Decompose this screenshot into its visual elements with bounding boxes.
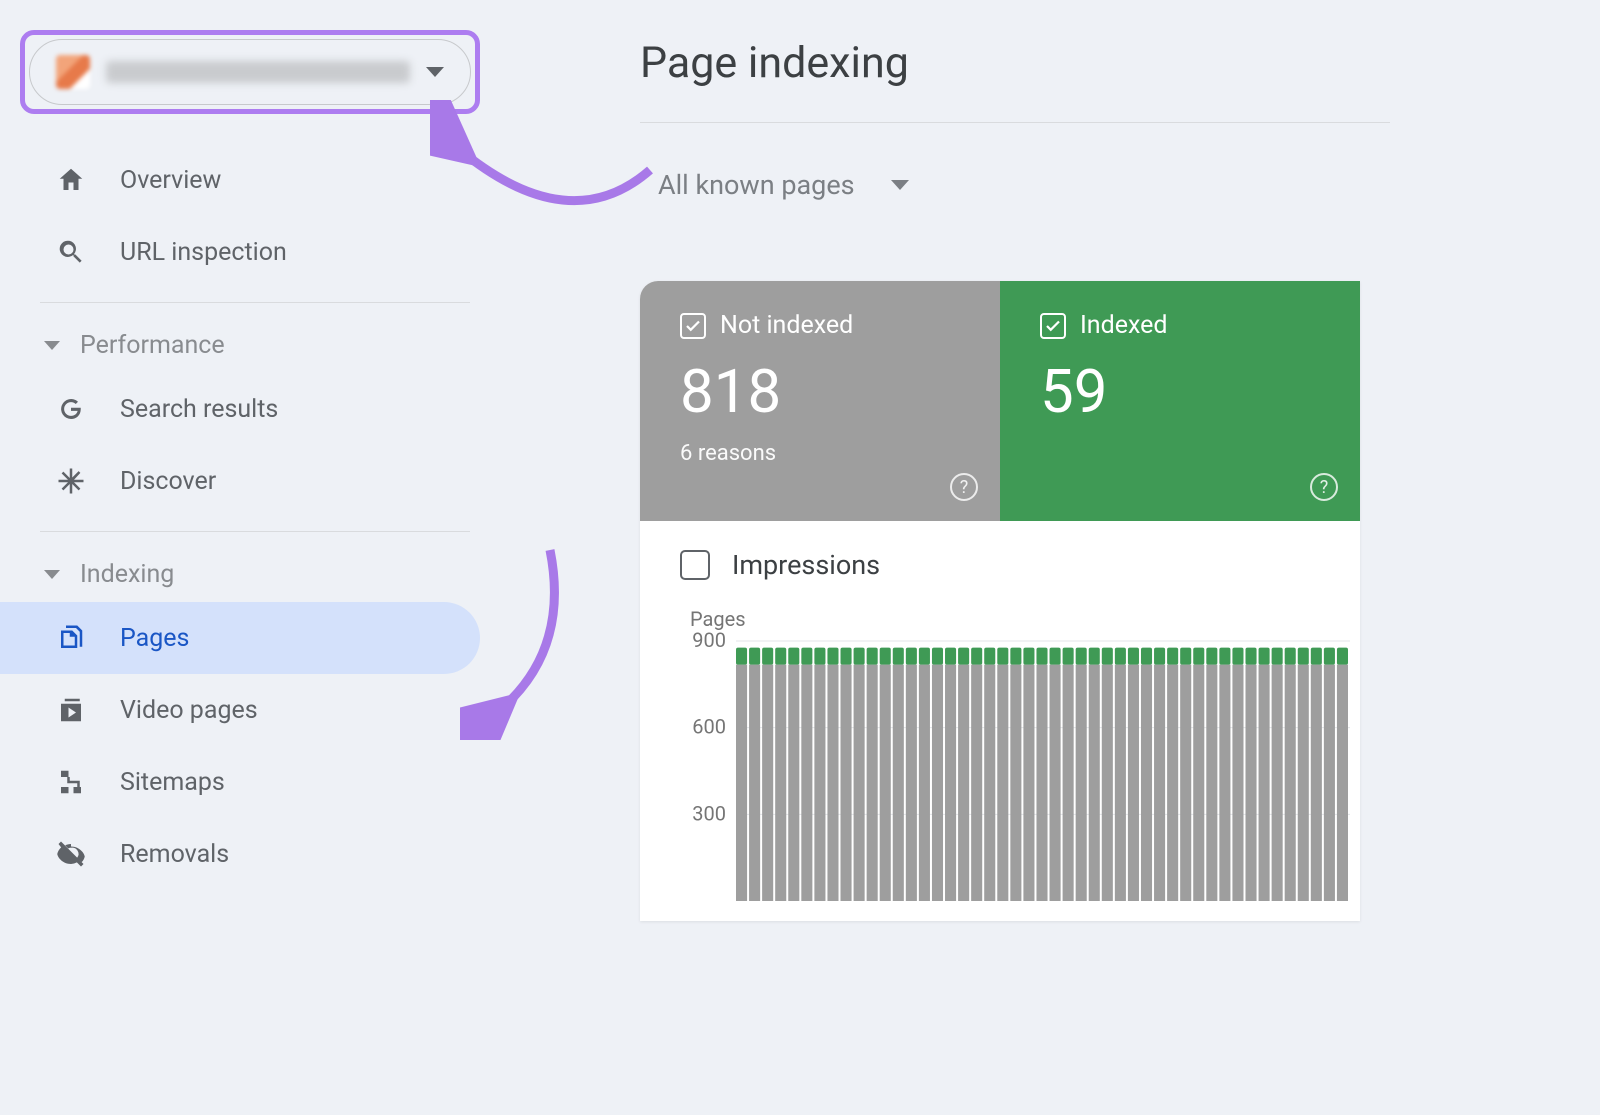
google-g-icon (54, 392, 88, 426)
video-pages-icon (54, 693, 88, 727)
property-name-blurred (106, 61, 410, 83)
sidebar-item-overview[interactable]: Overview (20, 144, 490, 216)
checkbox-checked-icon[interactable] (1040, 313, 1066, 339)
sidebar-item-label: Sitemaps (120, 768, 225, 797)
checkbox-checked-icon[interactable] (680, 313, 706, 339)
property-selector[interactable] (29, 39, 471, 105)
sidebar-item-label: Removals (120, 840, 229, 869)
checkbox-unchecked-icon[interactable] (680, 550, 710, 580)
divider (40, 302, 470, 303)
chart-svg: 300 600 900 (676, 631, 1356, 921)
metric-value: 59 (1040, 356, 1332, 427)
sidebar-item-label: Pages (120, 624, 189, 653)
sidebar-item-sitemaps[interactable]: Sitemaps (20, 746, 490, 818)
sidebar-item-video-pages[interactable]: Video pages (20, 674, 490, 746)
chevron-down-icon (891, 180, 909, 190)
section-title: Performance (80, 331, 225, 360)
search-icon (54, 235, 88, 269)
sidebar-item-label: Discover (120, 467, 216, 496)
metric-label: Not indexed (720, 311, 853, 340)
svg-text:300: 300 (692, 801, 726, 825)
home-icon (54, 163, 88, 197)
sidebar-item-url-inspection[interactable]: URL inspection (20, 216, 490, 288)
sidebar-item-label: Search results (120, 395, 278, 424)
pages-chart: Pages 300 600 900 (640, 591, 1360, 921)
metric-label: Indexed (1080, 311, 1167, 340)
property-favicon (56, 55, 90, 89)
chevron-down-icon (44, 570, 60, 579)
metric-value: 818 (680, 356, 972, 427)
chevron-down-icon (44, 341, 60, 350)
page-title: Page indexing (640, 0, 1600, 122)
chart-y-label: Pages (690, 607, 1360, 631)
sidebar-item-label: Video pages (120, 696, 258, 725)
svg-text:900: 900 (692, 631, 726, 652)
property-selector-highlight (20, 30, 480, 114)
metric-sub: 6 reasons (680, 441, 972, 466)
metric-indexed[interactable]: Indexed 59 ? (1000, 281, 1360, 521)
sidebar-item-discover[interactable]: Discover (20, 445, 490, 517)
impressions-toggle[interactable]: Impressions (640, 521, 1360, 591)
indexing-card: Not indexed 818 6 reasons ? Indexed 59 ?… (640, 281, 1360, 921)
sidebar-item-label: URL inspection (120, 238, 287, 267)
help-icon[interactable]: ? (950, 473, 978, 501)
main-content: Page indexing All known pages Not indexe… (640, 0, 1600, 921)
asterisk-icon (54, 464, 88, 498)
sidebar-item-search-results[interactable]: Search results (20, 373, 490, 445)
section-header-performance[interactable]: Performance (20, 317, 490, 373)
pages-icon (54, 621, 88, 655)
sidebar-item-removals[interactable]: Removals (20, 818, 490, 890)
impressions-label: Impressions (732, 549, 880, 581)
section-title: Indexing (80, 560, 174, 589)
filter-all-known-pages[interactable]: All known pages (640, 123, 1600, 201)
metric-not-indexed[interactable]: Not indexed 818 6 reasons ? (640, 281, 1000, 521)
sidebar: Overview URL inspection Performance Sear… (0, 0, 510, 1115)
filter-label: All known pages (658, 169, 855, 201)
svg-text:600: 600 (692, 715, 726, 739)
sidebar-item-label: Overview (120, 166, 221, 195)
sidebar-item-pages[interactable]: Pages (0, 602, 480, 674)
help-icon[interactable]: ? (1310, 473, 1338, 501)
metrics-row: Not indexed 818 6 reasons ? Indexed 59 ? (640, 281, 1360, 521)
sitemap-icon (54, 765, 88, 799)
chevron-down-icon (426, 67, 444, 77)
divider (40, 531, 470, 532)
visibility-off-icon (54, 837, 88, 871)
section-header-indexing[interactable]: Indexing (20, 546, 490, 602)
